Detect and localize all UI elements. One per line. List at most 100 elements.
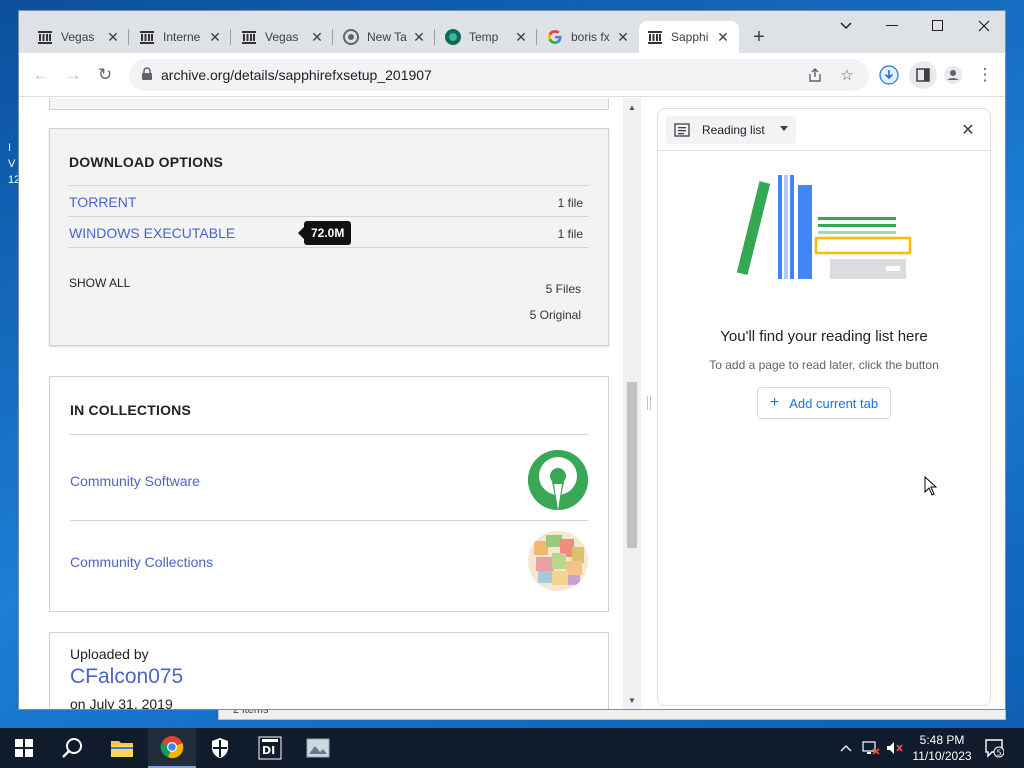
collections-card: IN COLLECTIONS Community Software Commun… xyxy=(49,376,609,612)
address-bar[interactable]: archive.org/details/sapphirefxsetup_2019… xyxy=(129,59,869,91)
collage-thumbnail-icon[interactable] xyxy=(528,531,588,591)
close-window-button[interactable] xyxy=(961,11,1005,41)
tab-google-search[interactable]: boris fx ✕ xyxy=(539,21,639,53)
tab-label: Vegas xyxy=(61,30,95,44)
collection-item-community-collections[interactable]: Community Collections xyxy=(70,520,588,610)
close-tab-icon[interactable]: ✕ xyxy=(715,29,731,45)
tab-new-tab[interactable]: New Ta ✕ xyxy=(335,21,435,53)
file-size-tooltip: 72.0M xyxy=(297,221,352,245)
page-scrollbar[interactable]: ▲ ▼ xyxy=(623,98,641,709)
taskbar-security[interactable] xyxy=(196,728,244,768)
share-icon[interactable] xyxy=(805,65,825,85)
tab-search-chevron-icon[interactable] xyxy=(823,11,869,41)
scroll-up-arrow-icon[interactable]: ▲ xyxy=(623,100,641,114)
network-icon[interactable] xyxy=(860,728,882,768)
mouse-cursor-icon xyxy=(924,476,938,496)
reading-list-icon xyxy=(674,123,690,137)
tab-vegas-1[interactable]: Vegas ✕ xyxy=(29,21,129,53)
image-viewer-icon xyxy=(306,738,330,758)
search-button[interactable] xyxy=(48,728,96,768)
collections-title: IN COLLECTIONS xyxy=(70,402,192,418)
divider xyxy=(69,247,589,248)
taskbar-file-explorer[interactable] xyxy=(98,728,146,768)
tab-temp[interactable]: Temp ✕ xyxy=(437,21,537,53)
torrent-link[interactable]: TORRENT xyxy=(69,194,136,210)
side-panel-header: Reading list ✕ xyxy=(658,109,990,151)
url-text: archive.org/details/sapphirefxsetup_2019… xyxy=(161,67,432,83)
close-tab-icon[interactable]: ✕ xyxy=(105,29,121,45)
scroll-down-arrow-icon[interactable]: ▼ xyxy=(623,693,641,707)
reading-list-illustration xyxy=(736,175,912,279)
notification-count: 5 xyxy=(997,749,1002,758)
tab-label: boris fx xyxy=(571,30,610,44)
tab-strip: Vegas ✕ Interne ✕ Vegas ✕ New Ta ✕ Temp … xyxy=(19,11,1005,53)
close-side-panel-icon[interactable]: ✕ xyxy=(958,120,978,140)
community-software-link[interactable]: Community Software xyxy=(70,473,200,489)
taskbar-chrome[interactable] xyxy=(148,728,196,768)
torrent-file-count: 1 file xyxy=(557,196,583,210)
side-panel-resize-handle[interactable] xyxy=(641,98,657,709)
browser-toolbar: ← → ↻ archive.org/details/sapphirefxsetu… xyxy=(19,53,1005,97)
minimize-button[interactable] xyxy=(869,11,915,41)
community-collections-link[interactable]: Community Collections xyxy=(70,554,213,570)
collection-item-community-software[interactable]: Community Software xyxy=(70,434,588,520)
tab-sapphire-active[interactable]: Sapphi ✕ xyxy=(639,21,739,53)
tab-separator xyxy=(128,29,129,45)
back-button[interactable]: ← xyxy=(29,63,53,87)
volume-muted-icon[interactable] xyxy=(884,728,906,768)
folder-icon xyxy=(111,741,133,757)
archive-page: DOWNLOAD OPTIONS TORRENT 1 file WINDOWS … xyxy=(19,98,641,709)
previous-card xyxy=(49,98,609,110)
forward-button[interactable]: → xyxy=(61,63,85,87)
temp-site-icon xyxy=(445,29,461,45)
original-count: 5 Original xyxy=(529,308,581,322)
profile-avatar-icon[interactable] xyxy=(941,63,965,87)
tab-separator xyxy=(332,29,333,45)
side-panel-icon[interactable] xyxy=(909,61,937,89)
add-current-tab-button[interactable]: + Add current tab xyxy=(757,387,891,419)
show-all-link[interactable]: SHOW ALL xyxy=(69,276,130,290)
side-panel-selector-label: Reading list xyxy=(702,123,765,137)
menu-kebab-icon[interactable]: ⋮ xyxy=(973,63,997,87)
clock-date: 11/10/2023 xyxy=(912,749,972,763)
svg-text:DI: DI xyxy=(262,744,275,757)
bookmark-star-icon[interactable]: ☆ xyxy=(837,65,857,85)
download-row-torrent: TORRENT 1 file xyxy=(69,185,589,216)
windows-executable-link[interactable]: WINDOWS EXECUTABLE xyxy=(69,225,235,241)
shield-icon xyxy=(212,738,228,758)
tab-internet[interactable]: Interne ✕ xyxy=(131,21,231,53)
archive-icon xyxy=(139,29,155,45)
new-tab-button[interactable]: + xyxy=(747,25,771,49)
uploaded-by-label: Uploaded by xyxy=(70,646,149,662)
grip-icon xyxy=(647,396,651,410)
tab-vegas-2[interactable]: Vegas ✕ xyxy=(233,21,333,53)
close-tab-icon[interactable]: ✕ xyxy=(207,29,223,45)
start-button[interactable] xyxy=(0,728,48,768)
side-panel-selector[interactable]: Reading list xyxy=(666,116,796,144)
notification-center-icon[interactable]: 5 xyxy=(984,738,1005,758)
download-options-title: DOWNLOAD OPTIONS xyxy=(69,154,224,170)
windows-executable-file-count: 1 file xyxy=(557,227,583,241)
tab-label: New Ta xyxy=(367,30,407,44)
reading-list-side-panel: Reading list ✕ You'll find your reading … xyxy=(657,108,991,706)
taskbar-app-dj[interactable]: DI xyxy=(246,728,294,768)
close-tab-icon[interactable]: ✕ xyxy=(513,29,529,45)
reload-button[interactable]: ↻ xyxy=(93,63,117,87)
upload-date: on July 31, 2019 xyxy=(70,696,173,709)
uploader-link[interactable]: CFalcon075 xyxy=(70,665,183,689)
show-hidden-icons-chevron-icon[interactable] xyxy=(836,728,856,768)
close-tab-icon[interactable]: ✕ xyxy=(615,29,631,45)
tab-separator xyxy=(230,29,231,45)
close-tab-icon[interactable]: ✕ xyxy=(309,29,325,45)
tab-label: Temp xyxy=(469,30,499,44)
scrollbar-thumb[interactable] xyxy=(627,382,637,548)
chrome-window: Vegas ✕ Interne ✕ Vegas ✕ New Ta ✕ Temp … xyxy=(18,10,1006,710)
dropdown-caret-icon xyxy=(780,126,788,131)
download-icon[interactable] xyxy=(877,63,901,87)
taskbar-clock[interactable]: 5:48 PM 11/10/2023 xyxy=(904,732,980,764)
search-icon xyxy=(62,738,82,758)
close-tab-icon[interactable]: ✕ xyxy=(411,29,427,45)
open-source-logo-icon[interactable] xyxy=(528,450,588,510)
maximize-button[interactable] xyxy=(915,11,961,41)
taskbar-app-image[interactable] xyxy=(294,728,342,768)
